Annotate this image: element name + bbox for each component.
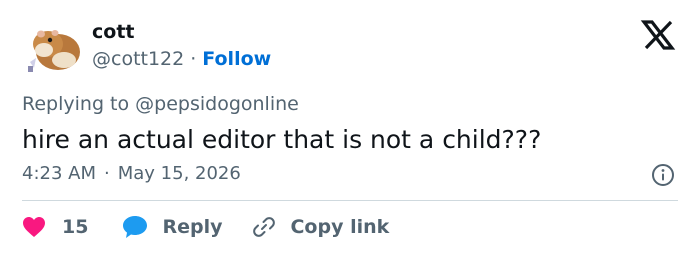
separator-dot: · — [190, 48, 197, 70]
link-icon — [253, 217, 276, 237]
tweet-date[interactable]: May 15, 2026 — [118, 163, 241, 184]
separator-dot: · — [104, 163, 110, 184]
tweet-card: cott @cott122 · Follow Replying to @peps… — [0, 0, 700, 253]
avatar[interactable] — [22, 18, 84, 76]
heart-icon — [23, 217, 45, 237]
speech-bubble-icon — [123, 216, 148, 238]
reply-context: Replying to @pepsidogonline — [22, 93, 299, 115]
tweet-text: hire an actual editor that is not a chil… — [22, 125, 542, 154]
author-handle[interactable]: @cott122 — [92, 48, 184, 70]
x-logo-icon[interactable] — [638, 20, 678, 50]
reply-mention-link[interactable]: @pepsidogonline — [135, 93, 299, 115]
reply-context-prefix: Replying to — [22, 93, 136, 115]
copy-link-button[interactable]: Copy link — [252, 215, 389, 239]
follow-button[interactable]: Follow — [202, 48, 271, 70]
divider — [22, 200, 678, 201]
hamster-avatar-icon — [28, 30, 80, 72]
info-icon[interactable] — [651, 163, 675, 187]
author-handle-row: @cott122 · Follow — [92, 48, 271, 70]
like-button[interactable]: 15 — [22, 216, 88, 238]
action-bar: 15 Reply Copy link — [22, 212, 389, 242]
tweet-timestamp[interactable]: 4:23 AM · May 15, 2026 — [22, 163, 241, 184]
tweet-time[interactable]: 4:23 AM — [22, 163, 96, 184]
reply-button[interactable]: Reply — [122, 215, 222, 239]
copy-link-label: Copy link — [290, 216, 390, 238]
author-display-name[interactable]: cott — [92, 21, 134, 43]
like-count: 15 — [62, 216, 89, 238]
reply-label: Reply — [162, 216, 223, 238]
